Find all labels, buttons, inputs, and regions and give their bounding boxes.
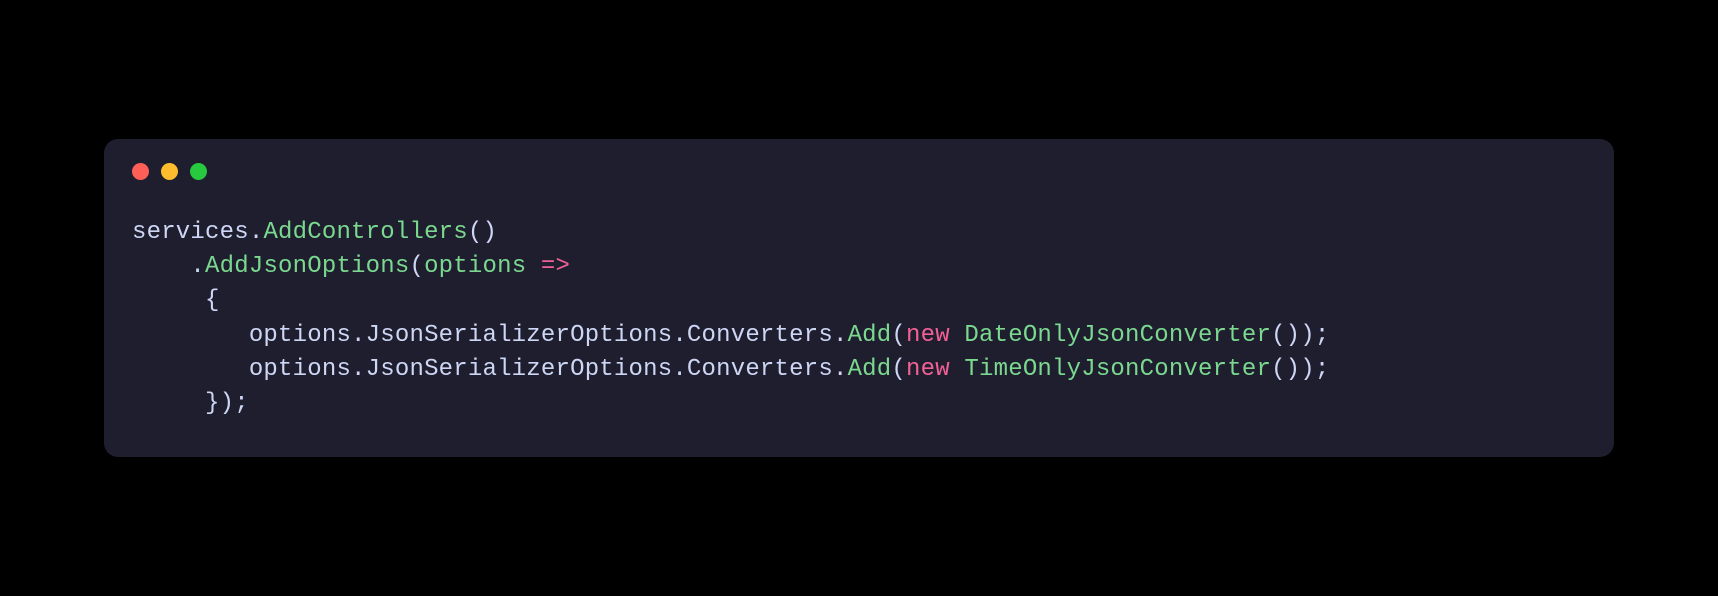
code-token: } <box>205 390 220 417</box>
code-token: . <box>351 322 366 349</box>
code-token: ( <box>891 356 906 383</box>
code-token: ) <box>1300 322 1315 349</box>
code-token: JsonSerializerOptions <box>366 356 673 383</box>
code-token: => <box>541 253 570 280</box>
code-token: . <box>672 322 687 349</box>
code-token: . <box>190 253 205 280</box>
close-icon[interactable] <box>132 163 149 180</box>
code-indent <box>132 322 249 349</box>
code-token: options <box>249 356 351 383</box>
code-token: Add <box>848 356 892 383</box>
code-token: ; <box>1315 356 1330 383</box>
code-token: { <box>205 287 220 314</box>
code-token: ) <box>1300 356 1315 383</box>
code-token: ; <box>1315 322 1330 349</box>
code-token: ) <box>1286 322 1301 349</box>
code-token: Converters <box>687 356 833 383</box>
code-token: DateOnlyJsonConverter <box>964 322 1271 349</box>
code-token: options <box>424 253 526 280</box>
window-titlebar <box>132 163 1586 180</box>
code-token: services <box>132 219 249 246</box>
minimize-icon[interactable] <box>161 163 178 180</box>
code-token: . <box>833 356 848 383</box>
code-token: . <box>672 356 687 383</box>
code-indent <box>132 253 190 280</box>
code-indent <box>132 390 205 417</box>
code-token: ) <box>1286 356 1301 383</box>
code-token: ( <box>468 219 483 246</box>
maximize-icon[interactable] <box>190 163 207 180</box>
code-indent <box>132 287 205 314</box>
code-token: Converters <box>687 322 833 349</box>
code-token: new <box>906 322 950 349</box>
code-window: services.AddControllers() .AddJsonOption… <box>104 139 1614 456</box>
code-token: ( <box>1271 322 1286 349</box>
code-token: ( <box>891 322 906 349</box>
code-token: ; <box>234 390 249 417</box>
code-token: . <box>249 219 264 246</box>
code-token: . <box>833 322 848 349</box>
code-token: ( <box>1271 356 1286 383</box>
code-block: services.AddControllers() .AddJsonOption… <box>132 216 1586 420</box>
code-token: new <box>906 356 950 383</box>
code-indent <box>132 356 249 383</box>
code-token: options <box>249 322 351 349</box>
code-token: JsonSerializerOptions <box>366 322 673 349</box>
code-token: AddControllers <box>263 219 467 246</box>
code-token: ) <box>482 219 497 246</box>
code-token: Add <box>848 322 892 349</box>
code-token: AddJsonOptions <box>205 253 409 280</box>
code-token: ) <box>220 390 235 417</box>
code-token: . <box>351 356 366 383</box>
code-token: TimeOnlyJsonConverter <box>964 356 1271 383</box>
code-token: ( <box>409 253 424 280</box>
